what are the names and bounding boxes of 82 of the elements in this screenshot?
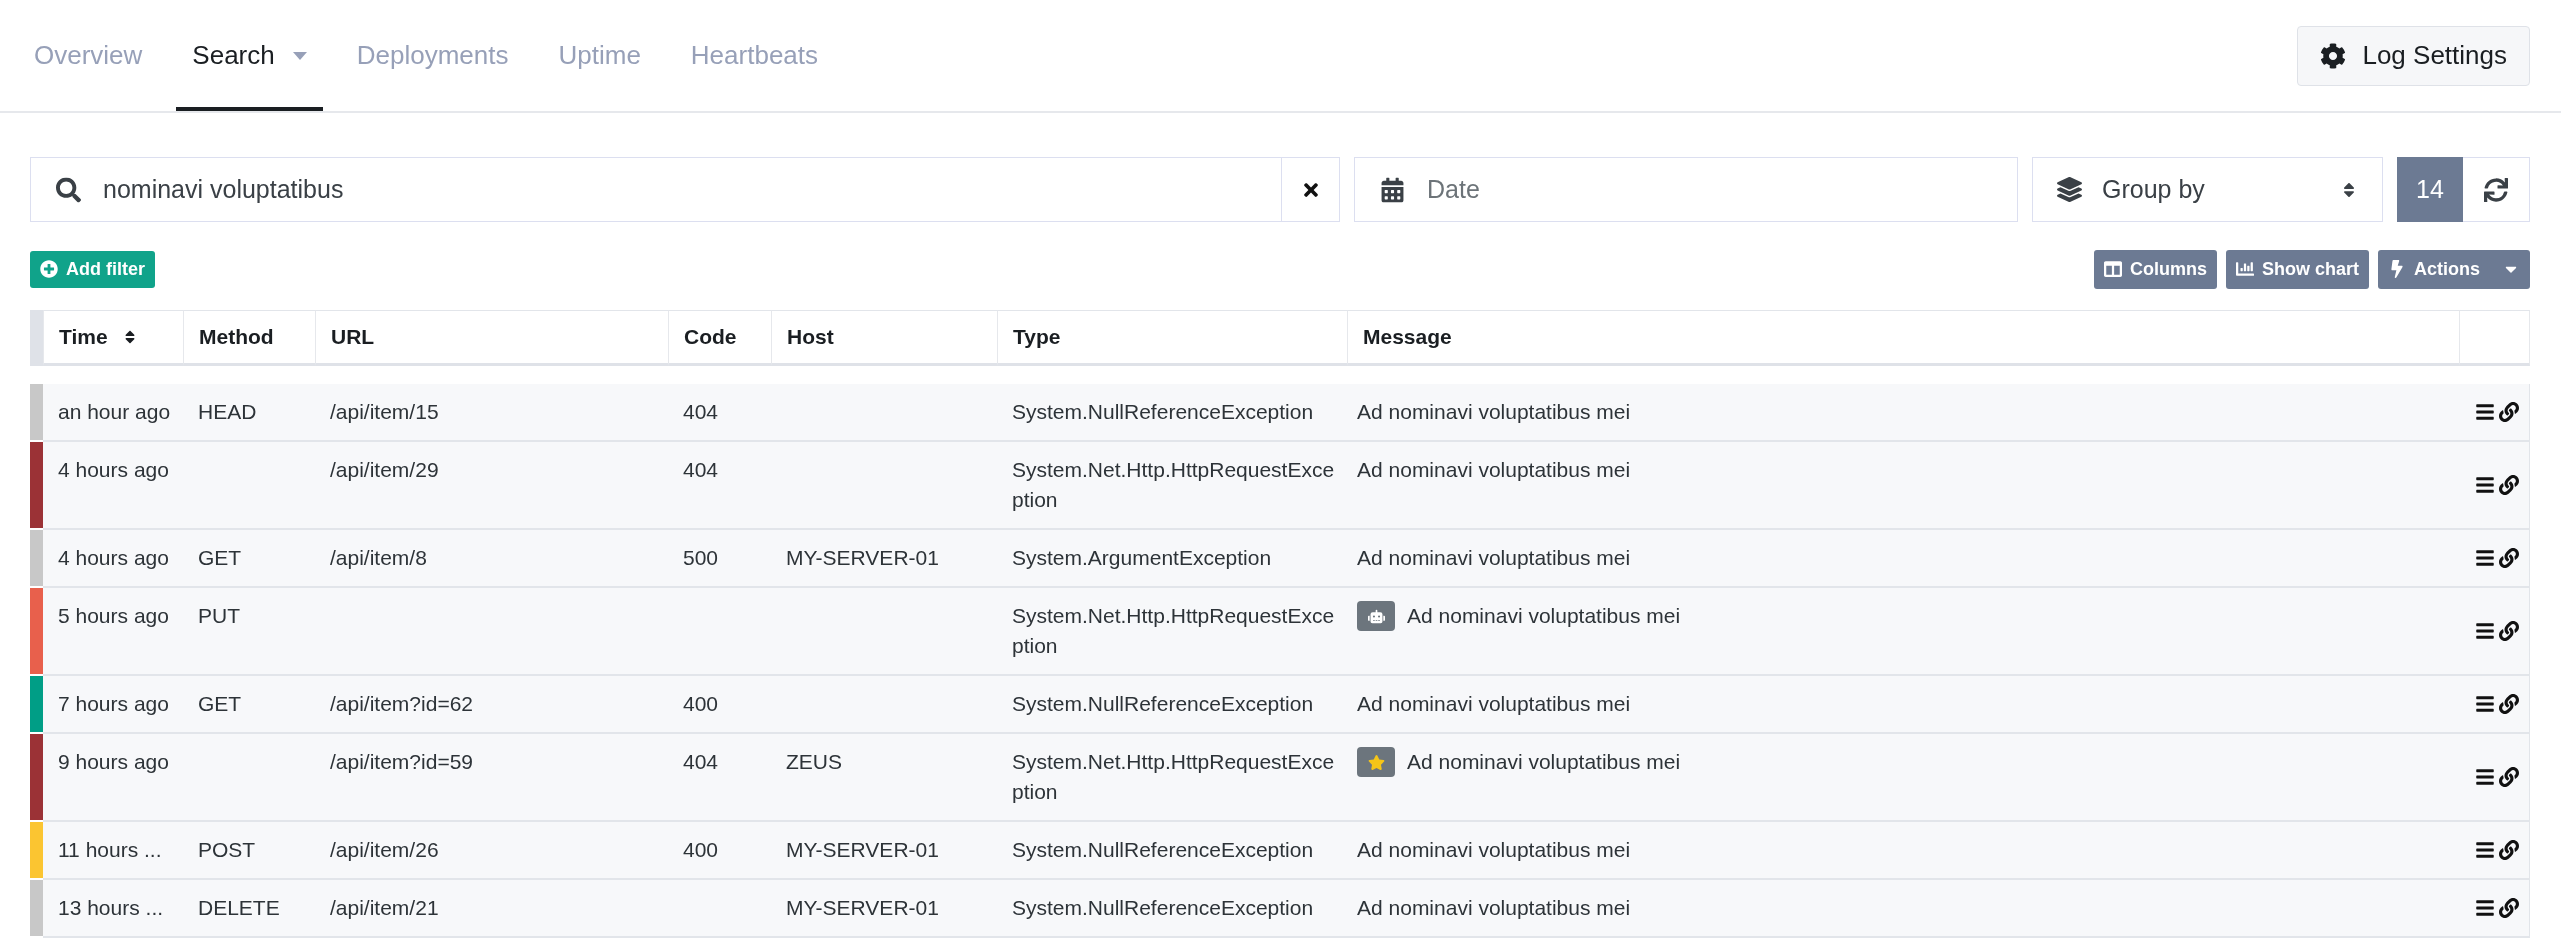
settings-icon bbox=[2320, 42, 2347, 69]
table-cell: MY-SERVER-01 bbox=[771, 880, 997, 938]
table-cell: 5 hours ago bbox=[43, 588, 183, 676]
column-header[interactable]: Type bbox=[997, 310, 1347, 366]
table-cell: /api/item?id=59 bbox=[315, 734, 668, 822]
column-header[interactable]: Message bbox=[1347, 310, 2459, 366]
table-cell: System.NullReferenceException bbox=[997, 676, 1347, 734]
table-cell: 11 hours ... bbox=[43, 822, 183, 880]
link-icon[interactable] bbox=[2499, 546, 2519, 570]
table-cell: /api/item?id=62 bbox=[315, 676, 668, 734]
table-cell: 400 bbox=[668, 822, 771, 880]
nav-tab[interactable]: Search bbox=[176, 0, 323, 111]
table-cell: System.NullReferenceException bbox=[997, 880, 1347, 938]
refresh-icon bbox=[2484, 177, 2508, 202]
table-cell: 13 hours ... bbox=[43, 880, 183, 938]
plus-icon bbox=[40, 260, 58, 278]
table-cell: /api/item/29 bbox=[315, 442, 668, 530]
table-cell: 9 hours ago bbox=[43, 734, 183, 822]
table-cell: ZEUS bbox=[771, 734, 997, 822]
table-cell: POST bbox=[183, 822, 315, 880]
table-cell: an hour ago bbox=[43, 384, 183, 442]
search-icon bbox=[56, 177, 81, 202]
table-cell: 4 hours ago bbox=[43, 442, 183, 530]
lightning-icon bbox=[2388, 260, 2406, 278]
table-cell: System.NullReferenceException bbox=[997, 384, 1347, 442]
table-cell: MY-SERVER-01 bbox=[771, 822, 997, 880]
search-field[interactable]: nominavi voluptatibus bbox=[30, 157, 1282, 222]
table-cell: System.Net.Http.HttpRequestException bbox=[997, 588, 1347, 676]
layers-icon bbox=[2057, 177, 2082, 202]
date-field[interactable]: Date bbox=[1354, 157, 2018, 222]
table-cell: 400 bbox=[668, 676, 771, 734]
table-cell: HEAD bbox=[183, 384, 315, 442]
table-cell: GET bbox=[183, 676, 315, 734]
table-cell: 404 bbox=[668, 734, 771, 822]
link-icon[interactable] bbox=[2499, 400, 2519, 424]
table-cell: System.NullReferenceException bbox=[997, 822, 1347, 880]
table-cell-text: Ad nominavi voluptatibus mei bbox=[1407, 603, 1681, 629]
robot-icon bbox=[1357, 601, 1395, 631]
table-cell: System.Net.Http.HttpRequestException bbox=[997, 442, 1347, 530]
log-settings-button[interactable]: Log Settings bbox=[2297, 25, 2530, 86]
header-strip bbox=[30, 310, 43, 366]
column-header[interactable]: Method bbox=[183, 310, 315, 366]
table-cell: DELETE bbox=[183, 880, 315, 938]
table-cell: /api/item/26 bbox=[315, 822, 668, 880]
calendar-icon bbox=[1380, 177, 1405, 202]
column-header bbox=[2459, 310, 2530, 366]
table-cell: 404 bbox=[668, 442, 771, 530]
table-cell-text: Ad nominavi voluptatibus mei bbox=[1407, 749, 1681, 775]
link-icon[interactable] bbox=[2499, 692, 2519, 716]
table-cell: 7 hours ago bbox=[43, 676, 183, 734]
table-cell: /api/item/21 bbox=[315, 880, 668, 938]
table-cell-text: Ad nominavi voluptatibus mei bbox=[1357, 457, 1631, 483]
column-header[interactable]: Host bbox=[771, 310, 997, 366]
table-cell-text: Ad nominavi voluptatibus mei bbox=[1357, 895, 1631, 921]
columns-icon bbox=[2103, 260, 2122, 278]
table-cell: 500 bbox=[668, 530, 771, 588]
table-cell-text: Ad nominavi voluptatibus mei bbox=[1357, 399, 1631, 425]
column-header[interactable]: URL bbox=[315, 310, 668, 366]
table-cell: PUT bbox=[183, 588, 315, 676]
link-icon[interactable] bbox=[2499, 896, 2519, 920]
table-cell: /api/item/8 bbox=[315, 530, 668, 588]
chart-button[interactable]: Show chart bbox=[2225, 249, 2369, 289]
column-header[interactable]: Code bbox=[668, 310, 771, 366]
link-icon[interactable] bbox=[2499, 838, 2519, 862]
table-cell: GET bbox=[183, 530, 315, 588]
table-cell: System.ArgumentException bbox=[997, 530, 1347, 588]
group-by-select[interactable]: Group by bbox=[2032, 157, 2383, 222]
table-cell: MY-SERVER-01 bbox=[771, 530, 997, 588]
result-count: 14 bbox=[2397, 157, 2463, 222]
clear-button[interactable] bbox=[1282, 157, 1340, 222]
refresh-button[interactable] bbox=[2463, 157, 2530, 222]
table-cell-text: Ad nominavi voluptatibus mei bbox=[1357, 545, 1631, 571]
table-cell: System.Net.Http.HttpRequestException bbox=[997, 734, 1347, 822]
columns-button[interactable]: Columns bbox=[2093, 249, 2217, 289]
bar-chart-icon bbox=[2235, 260, 2254, 278]
table-cell: /api/item/15 bbox=[315, 384, 668, 442]
table-cell: 4 hours ago bbox=[43, 530, 183, 588]
actions-button[interactable]: Actions bbox=[2378, 249, 2530, 289]
table-cell-text: Ad nominavi voluptatibus mei bbox=[1357, 691, 1631, 717]
column-header[interactable]: Time bbox=[43, 310, 183, 366]
table-cell: 404 bbox=[668, 384, 771, 442]
table-cell-text: Ad nominavi voluptatibus mei bbox=[1357, 837, 1631, 863]
